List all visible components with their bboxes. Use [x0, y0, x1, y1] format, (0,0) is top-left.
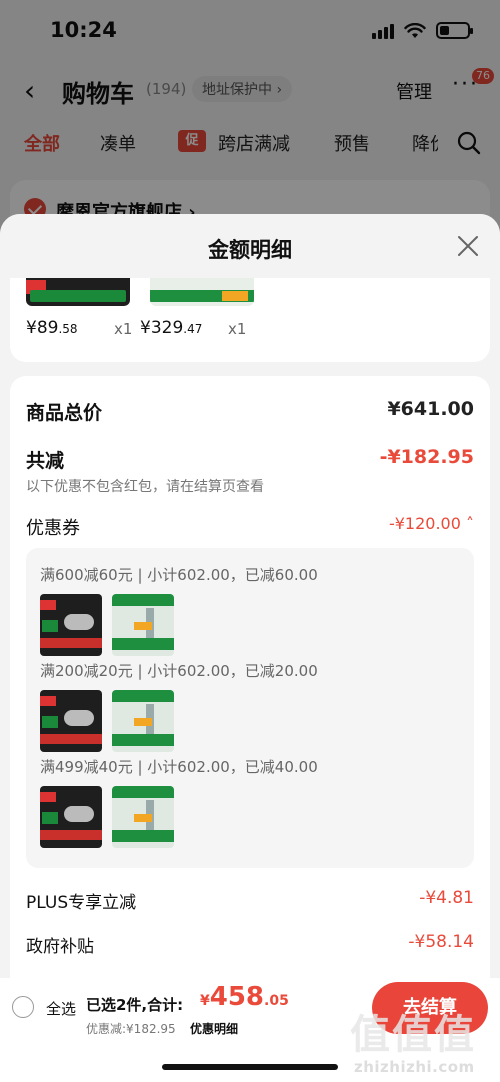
total-amount: ¥458.05 — [200, 982, 289, 1012]
discount-detail-link[interactable]: 优惠明细 — [190, 1020, 238, 1037]
coupon-line: 满499减40元 | 小计602.00，已减40.00 — [40, 758, 318, 776]
coupon-list: 满600减60元 | 小计602.00，已减60.00 满200减20元 | 小… — [26, 548, 474, 868]
reduce-label: 共减 — [26, 450, 65, 472]
discount-summary: 优惠减:¥182.95 — [86, 1022, 176, 1036]
watermark-text: zhizhizhi.com — [354, 1058, 475, 1076]
sheet-header: 金额明细 — [0, 214, 500, 278]
product-thumbnail — [40, 786, 102, 848]
reduce-note: 以下优惠不包含红包，请在结算页查看 — [26, 479, 264, 495]
reduce-value: -¥182.95 — [379, 446, 474, 468]
product-thumbnail — [40, 690, 102, 752]
coupon-label: 优惠券 — [26, 518, 80, 539]
amount-detail-sheet: 金额明细 ¥89.58 x1 ¥329.47 x1 商品总价 ¥641.00 共… — [0, 214, 500, 1082]
coupon-value-toggle[interactable]: -¥120.00 ˄ — [389, 514, 474, 533]
product-quantity: x1 — [228, 320, 247, 338]
select-all-label[interactable]: 全选 — [46, 998, 76, 1019]
product-image[interactable] — [26, 278, 130, 306]
gov-subsidy-label: 政府补贴 — [26, 937, 94, 957]
plus-discount-label: PLUS专享立减 — [26, 893, 137, 913]
product-thumbnail — [112, 690, 174, 752]
sheet-title: 金额明细 — [208, 238, 292, 262]
product-image[interactable] — [150, 278, 254, 306]
product-thumbnail — [40, 594, 102, 656]
select-all-checkbox[interactable] — [12, 996, 34, 1018]
total-price-value: ¥641.00 — [387, 398, 474, 420]
watermark-logo: 值值值 — [350, 1012, 476, 1058]
product-price: ¥329.47 — [140, 318, 203, 338]
product-price: ¥89.58 — [26, 318, 78, 338]
product-card: ¥89.58 x1 ¥329.47 x1 — [10, 278, 490, 362]
selected-summary: 已选2件,合计: — [86, 996, 184, 1014]
coupon-line: 满600减60元 | 小计602.00，已减60.00 — [40, 566, 318, 584]
product-quantity: x1 — [114, 320, 133, 338]
total-price-label: 商品总价 — [26, 402, 103, 424]
product-thumbnail — [112, 786, 174, 848]
home-indicator — [162, 1064, 338, 1070]
amount-detail-card: 商品总价 ¥641.00 共减 -¥182.95 以下优惠不包含红包，请在结算页… — [10, 376, 490, 1082]
product-thumbnail — [112, 594, 174, 656]
coupon-line: 满200减20元 | 小计602.00，已减20.00 — [40, 662, 318, 680]
gov-subsidy-value: -¥58.14 — [408, 932, 474, 952]
close-icon[interactable] — [456, 234, 480, 258]
plus-discount-value: -¥4.81 — [419, 888, 474, 908]
